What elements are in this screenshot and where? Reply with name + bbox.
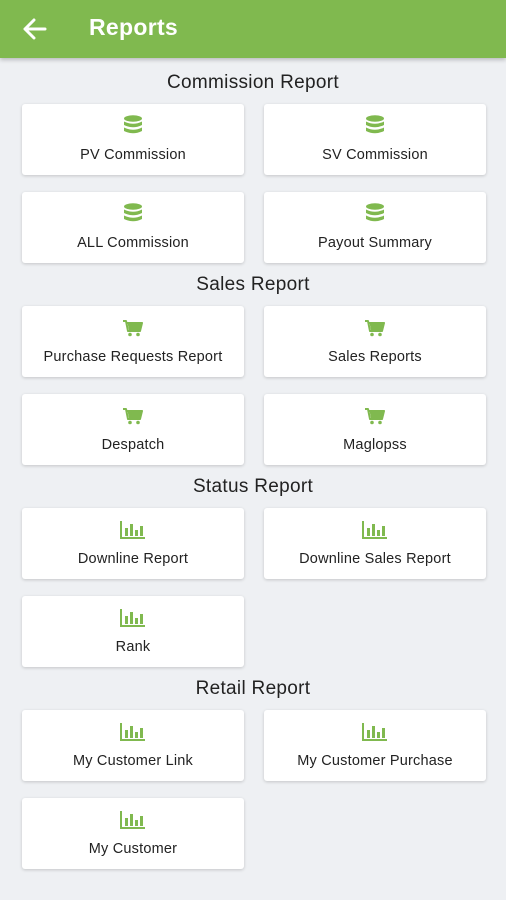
card-label: My Customer Purchase [297,753,453,769]
card-my-customer[interactable]: My Customer [22,798,244,869]
card-purchase-requests-report[interactable]: Purchase Requests Report [22,306,244,377]
card-label: My Customer Link [72,753,194,769]
card-payout-summary[interactable]: Payout Summary [264,192,486,263]
card-maglopss[interactable]: Maglopss [264,394,486,465]
bar-chart-icon [362,521,387,539]
card-my-customer-link[interactable]: My Customer Link [22,710,244,781]
card-label: Despatch [101,437,165,453]
arrow-left-icon [23,18,47,40]
card-my-customer-purchase[interactable]: My Customer Purchase [264,710,486,781]
card-label: SV Commission [322,147,428,163]
card-label: Maglopss [343,437,407,453]
bar-chart-icon [120,609,145,627]
section-title-retail: Retail Report [195,678,311,699]
bar-chart-icon [120,811,145,829]
database-icon [366,115,384,134]
section-title-commission: Commission Report [167,72,339,93]
card-despatch[interactable]: Despatch [22,394,244,465]
card-downline-report[interactable]: Downline Report [22,508,244,579]
back-button[interactable] [20,14,50,44]
app-bar: Reports [0,0,506,58]
cart-icon [123,320,143,337]
card-sales-reports[interactable]: Sales Reports [264,306,486,377]
card-label: Purchase Requests Report [43,349,223,365]
section-title-sales: Sales Report [196,274,310,295]
section-title-status: Status Report [192,476,314,497]
cart-icon [123,408,143,425]
card-label: Downline Sales Report [299,551,451,567]
card-rank[interactable]: Rank [22,596,244,667]
cart-icon [365,408,385,425]
cart-icon [365,320,385,337]
card-label: Sales Reports [328,349,422,365]
database-icon [124,203,142,222]
card-label: My Customer [88,841,178,857]
bar-chart-icon [362,723,387,741]
bar-chart-icon [120,521,145,539]
page-title: Reports [89,14,179,40]
card-label: Payout Summary [317,235,432,251]
card-sv-commission[interactable]: SV Commission [264,104,486,175]
bar-chart-icon [120,723,145,741]
database-icon [366,203,384,222]
card-label: Downline Report [77,551,189,567]
card-label: ALL Commission [77,235,189,251]
card-downline-sales-report[interactable]: Downline Sales Report [264,508,486,579]
card-label: PV Commission [80,147,186,163]
database-icon [124,115,142,134]
card-all-commission[interactable]: ALL Commission [22,192,244,263]
card-pv-commission[interactable]: PV Commission [22,104,244,175]
card-label: Rank [115,639,151,655]
